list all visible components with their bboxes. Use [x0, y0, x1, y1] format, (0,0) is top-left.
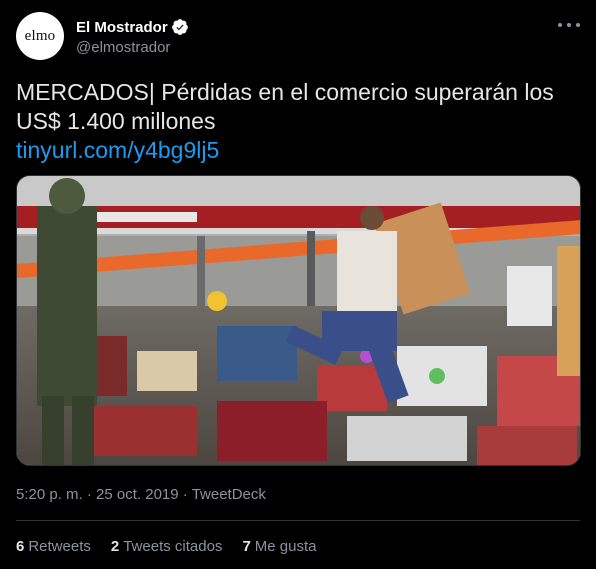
likes-count: 7 [242, 538, 251, 555]
quotes-stat[interactable]: 2 Tweets citados [111, 538, 223, 555]
tweet-header: elmo El Mostrador @elmostrador [16, 12, 580, 60]
tweet-image[interactable] [16, 175, 581, 466]
more-icon[interactable] [558, 18, 580, 32]
tweet-meta: 5:20 p. m. · 25 oct. 2019 · TweetDeck [16, 486, 266, 503]
likes-label: Me gusta [254, 538, 317, 555]
retweets-stat[interactable]: 6 Retweets [16, 538, 91, 555]
display-name[interactable]: El Mostrador [76, 19, 168, 36]
tweet-time[interactable]: 5:20 p. m. [16, 486, 83, 503]
tweet-body: MERCADOS| Pérdidas en el comercio supera… [16, 79, 554, 134]
verified-icon [171, 19, 188, 35]
quotes-count: 2 [110, 538, 120, 555]
avatar[interactable]: elmo [16, 12, 64, 60]
quotes-label: Tweets citados [123, 538, 223, 555]
more-dot [576, 23, 580, 27]
tweet-link[interactable]: tinyurl.com/y4bg9lj5 [16, 136, 580, 165]
tweet-date[interactable]: 25 oct. 2019 [96, 486, 179, 503]
store-photo [17, 176, 580, 465]
meta-separator: · [178, 486, 192, 503]
retweets-count: 6 [16, 538, 25, 555]
tweet-card: elmo El Mostrador @elmostrador MERCADOS|… [0, 0, 596, 569]
more-dot [567, 23, 571, 27]
divider [16, 520, 580, 521]
display-name-row: El Mostrador [76, 17, 189, 37]
handle[interactable]: @elmostrador [76, 39, 189, 56]
tweet-source[interactable]: TweetDeck [192, 486, 266, 503]
tweet-text: MERCADOS| Pérdidas en el comercio supera… [16, 78, 580, 165]
author-names: El Mostrador @elmostrador [76, 17, 189, 56]
meta-separator: · [82, 486, 97, 503]
tweet-stats: 6 Retweets 2 Tweets citados 7 Me gusta [16, 538, 316, 555]
likes-stat[interactable]: 7 Me gusta [242, 538, 316, 555]
avatar-text: elmo [24, 27, 56, 44]
retweets-label: Retweets [28, 538, 91, 555]
more-dot [558, 23, 562, 27]
